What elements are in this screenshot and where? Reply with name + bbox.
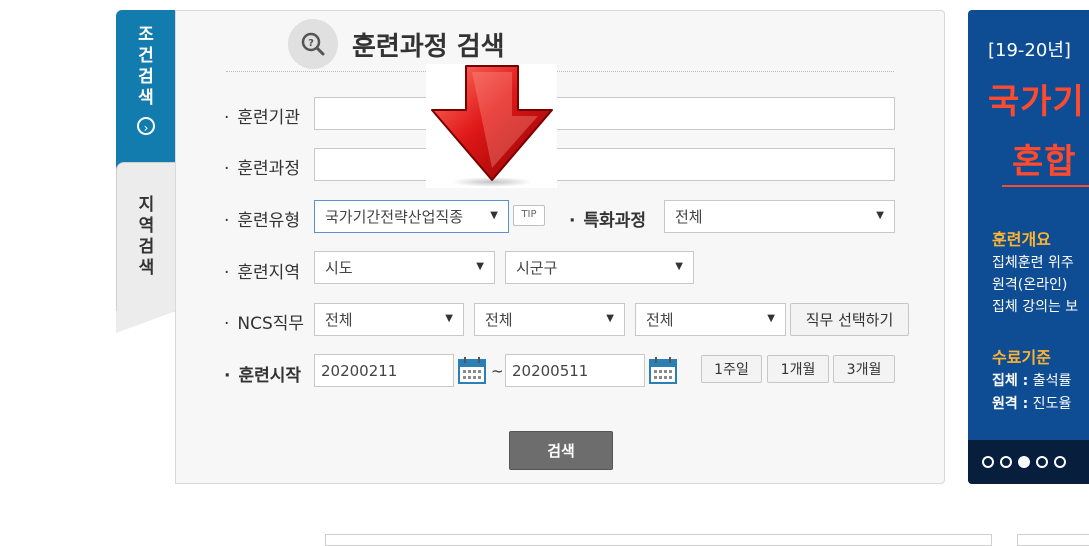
banner-title-line1: 국가기 — [988, 82, 1085, 122]
calendar-icon[interactable] — [458, 356, 486, 384]
caret-down-icon: ▼ — [445, 313, 453, 324]
slide-dot-4[interactable] — [1036, 456, 1048, 468]
svg-text:?: ? — [308, 38, 314, 49]
special-select-value: 전체 — [675, 208, 703, 226]
banner-completion-line1: 집체 : 출석률 — [992, 370, 1071, 390]
bottom-section — [325, 534, 992, 546]
arrow-down-icon — [426, 64, 557, 188]
search-panel: ? 훈련과정 검색 훈련기관 훈련과정 훈련유형 국가기간전략산업직종 ▼ TI… — [175, 10, 945, 484]
caret-down-icon: ▼ — [606, 313, 614, 324]
ncs-select-1-value: 전체 — [325, 311, 353, 329]
type-select-value: 국가기간전략산업직종 — [325, 208, 464, 226]
slide-dot-5[interactable] — [1054, 456, 1066, 468]
caret-down-icon: ▼ — [675, 261, 683, 272]
caret-down-icon: ▼ — [876, 210, 884, 221]
slide-dot-1[interactable] — [982, 456, 994, 468]
ncs-select-button[interactable]: 직무 선택하기 — [790, 303, 909, 336]
bottom-section-right — [1017, 534, 1089, 546]
tab-region-search[interactable]: 지역검색 — [116, 162, 176, 333]
period-1week-button[interactable]: 1주일 — [701, 355, 762, 383]
sigungu-select-value: 시군구 — [516, 259, 558, 277]
calendar-icon[interactable] — [649, 356, 677, 384]
banner-title-line2: 혼합 — [1012, 142, 1077, 182]
search-button[interactable]: 검색 — [509, 431, 613, 470]
page-title: 훈련과정 검색 — [352, 31, 505, 62]
chevron-right-icon: › — [137, 117, 155, 135]
banner-overview-heading: 훈련개요 — [992, 230, 1051, 249]
banner-overview-line3: 집체 강의는 보 — [992, 299, 1079, 315]
start-date-from-input[interactable] — [314, 354, 454, 387]
caret-down-icon: ▼ — [476, 261, 484, 272]
slide-dot-3[interactable] — [1018, 456, 1030, 468]
course-label: 훈련과정 — [224, 154, 300, 179]
ncs-select-2-value: 전체 — [485, 311, 513, 329]
special-label: 특화과정 — [569, 206, 646, 231]
sigungu-select[interactable]: 시군구 ▼ — [505, 251, 694, 284]
tab-region-search-label: 지역검색 — [138, 195, 155, 278]
ncs-select-3-value: 전체 — [646, 311, 674, 329]
tip-button[interactable]: TIP — [513, 205, 545, 226]
banner-completion-line2: 원격 : 진도율 — [992, 393, 1071, 413]
slide-dot-2[interactable] — [1000, 456, 1012, 468]
caret-down-icon: ▼ — [490, 210, 498, 221]
ncs-select-3[interactable]: 전체 ▼ — [635, 303, 786, 336]
start-label: 훈련시작 — [224, 361, 301, 386]
period-1month-button[interactable]: 1개월 — [767, 355, 829, 383]
banner-completion-heading: 수료기준 — [992, 348, 1051, 367]
period-3month-button[interactable]: 3개월 — [833, 355, 895, 383]
banner-underline — [1002, 185, 1089, 187]
banner-completion-line2-key: 원격 : — [992, 396, 1029, 412]
course-input[interactable] — [314, 148, 895, 181]
tab-condition-search-label: 조건검색 — [138, 25, 154, 108]
type-label: 훈련유형 — [224, 206, 300, 231]
special-select[interactable]: 전체 ▼ — [664, 200, 895, 233]
banner-overview-line1: 집체훈련 위주 — [992, 255, 1074, 271]
ncs-select-1[interactable]: 전체 ▼ — [314, 303, 464, 336]
ncs-label: NCS직무 — [224, 309, 304, 334]
tab-condition-search[interactable]: 조건검색 › — [116, 10, 176, 200]
caret-down-icon: ▼ — [767, 313, 775, 324]
institution-label: 훈련기관 — [224, 103, 300, 128]
date-range-separator: ~ — [491, 362, 504, 380]
start-date-to-input[interactable] — [505, 354, 645, 387]
region-label: 훈련지역 — [224, 258, 300, 283]
banner-completion-line2-value: 진도율 — [1028, 396, 1072, 412]
sido-select[interactable]: 시도 ▼ — [314, 251, 495, 284]
promo-banner[interactable]: [19-20년] 국가기 혼합 훈련개요 집체훈련 위주 원격(온라인) 집체 … — [968, 10, 1089, 484]
banner-overview-line2: 원격(온라인) — [992, 277, 1068, 293]
banner-completion-line1-key: 집체 : — [992, 373, 1029, 389]
search-icon: ? — [288, 19, 338, 69]
ncs-select-2[interactable]: 전체 ▼ — [474, 303, 625, 336]
institution-input[interactable] — [314, 97, 895, 130]
banner-completion-line1-value: 출석률 — [1028, 373, 1072, 389]
slide-indicator — [968, 440, 1089, 484]
sido-select-value: 시도 — [325, 259, 353, 277]
panel-header: ? 훈련과정 검색 — [288, 19, 505, 69]
divider — [226, 71, 894, 72]
type-select[interactable]: 국가기간전략산업직종 ▼ — [314, 200, 509, 233]
banner-tag: [19-20년] — [988, 40, 1071, 61]
